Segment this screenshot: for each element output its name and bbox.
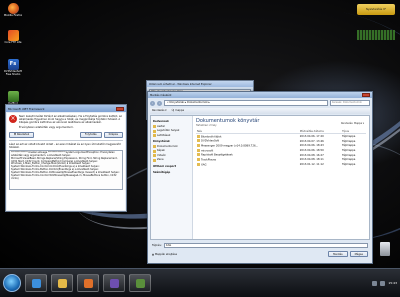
back-icon[interactable]: ‹ [150, 100, 155, 106]
quit-button[interactable]: Kilépés [103, 131, 123, 138]
folder-icon [197, 153, 200, 157]
firefox-icon [7, 3, 19, 14]
file-name: Messenger 2009 magyar (v14.0.8089.726... [201, 144, 259, 148]
folder-icon [153, 145, 156, 149]
ie-icon [31, 279, 41, 288]
folder-icon [197, 162, 200, 166]
ie-title: Oldal nem érhető el - Windows Internet E… [149, 82, 212, 86]
desktop-icon-label: Core FTP Lite [4, 41, 22, 44]
save-button[interactable]: Mentés [328, 251, 348, 257]
meter-widget [357, 30, 395, 40]
taskbar-item-media[interactable] [77, 274, 99, 292]
taskbar-item-explorer[interactable] [51, 274, 73, 292]
organize-button[interactable]: Rendezés ▾ [152, 108, 167, 114]
file-table: Név Módosítás dátuma Típus Bluetooth fáj… [196, 129, 366, 167]
file-name: DVDVideoSoft [201, 139, 220, 143]
taskbar-item-ie[interactable] [25, 274, 47, 292]
folder-icon [153, 134, 156, 138]
close-button[interactable] [116, 106, 124, 111]
ie-titlebar[interactable]: Oldal nem érhető el - Windows Internet E… [147, 81, 253, 87]
folder-icon [197, 134, 200, 138]
file-list-pane: Dokumentumok könyvtár Tartalmaz: 2 hely … [193, 116, 369, 239]
cancel-button[interactable]: Mégse [349, 251, 368, 257]
close-button[interactable] [362, 93, 370, 97]
taskbar-item-app[interactable] [103, 274, 125, 292]
taskbar: 15:43 [0, 268, 400, 297]
folder-icon [153, 129, 156, 133]
desktop-icon-free-studio[interactable]: Fs DVDVideoSoft Free Studio [2, 59, 24, 77]
new-folder-button[interactable]: Új mappa [172, 108, 184, 114]
folder-icon [197, 143, 200, 147]
folder-icon [197, 148, 200, 152]
table-row[interactable]: XAG 2013.01.12. 11:12 Fájlmappa [196, 162, 366, 167]
filename-field[interactable]: XAG [163, 243, 368, 248]
file-date: 2013.01.12. 11:12 [299, 162, 324, 166]
error-dialog-title: Microsoft .NET Framework [8, 106, 45, 111]
volume-icon[interactable] [380, 280, 386, 286]
start-button[interactable] [3, 274, 21, 292]
folder-icon [153, 159, 156, 163]
recycle-bin-icon[interactable] [380, 242, 390, 256]
folder-icon [153, 154, 156, 158]
command-bar: Rendezés ▾ Új mappa [150, 108, 370, 114]
folder-icon [153, 125, 156, 129]
error-dialog-titlebar[interactable]: Microsoft .NET Framework [6, 105, 126, 112]
file-name: TrackPlaces [201, 158, 217, 162]
filename-label: Fájlnév: [152, 244, 162, 247]
file-name: XAG [201, 163, 207, 167]
error-message: Nem kezelt kivétel történt az alkalmazás… [19, 115, 122, 125]
navigation-pane: Kedvencek Asztal Legutóbbi helyek Letölt… [151, 116, 193, 239]
nav-group-computer[interactable]: Számítógép [153, 171, 190, 176]
nav-group-homegroup[interactable]: Otthoni csoport [153, 165, 190, 170]
desktop-icon-firefox[interactable]: Mozilla Firefox [2, 3, 24, 18]
media-player-icon [83, 279, 93, 288]
screen: Mozilla Firefox Core FTP Lite Fs DVDVide… [0, 0, 400, 297]
app-icon [135, 279, 145, 288]
nav-item[interactable]: Zene [153, 158, 190, 163]
save-dialog-title: Mentés másként [150, 93, 172, 97]
app-icon [109, 279, 119, 288]
search-input[interactable]: Keresés: Dokumentumok [330, 100, 370, 106]
file-name: microsoft [201, 149, 214, 153]
folder-icon [57, 279, 67, 288]
file-name: Bluetooth fájlok [201, 135, 222, 139]
network-icon[interactable] [372, 280, 378, 286]
details-toggle-button[interactable]: ▼ Részletek [9, 131, 35, 138]
forward-icon[interactable]: › [157, 100, 162, 106]
details-header: Lásd az ezt az oldalt követő oldalt - az… [9, 142, 121, 149]
continue-button[interactable]: Folytatás [79, 131, 102, 138]
nav-item[interactable]: Letöltések [153, 134, 190, 139]
details-textbox[interactable]: ************** Kivétel szövege *********… [9, 149, 123, 190]
save-dialog: Mentés másként ‹ › « Könyvtárak ▸ Dokume… [147, 91, 373, 264]
error-message-detail: Érvénytelen adatérték vagy argumentum. [19, 125, 74, 129]
file-type: Fájlmappa [342, 162, 356, 166]
hide-folders-button[interactable]: ▲ Mappák elrejtése [152, 253, 177, 256]
folder-icon [197, 158, 200, 162]
desktop: Mozilla Firefox Core FTP Lite Fs DVDVide… [0, 0, 400, 268]
system-tray: 15:43 [372, 280, 397, 286]
clock[interactable]: 15:43 [388, 281, 397, 285]
defend-icon [7, 91, 19, 102]
desktop-icon-ftp[interactable]: Core FTP Lite [2, 30, 24, 45]
folder-icon [153, 149, 156, 153]
divider [9, 139, 123, 141]
desktop-icon-label: DVDVideoSoft Free Studio [3, 70, 23, 76]
arrange-by-dropdown[interactable]: Rendezés: Mappa ▾ [341, 122, 364, 125]
path-breadcrumb[interactable]: « Könyvtárak ▸ Dokumentumok ▸ [164, 100, 328, 106]
file-name: Rapidsoft Beszélgetések [201, 153, 233, 157]
folder-icon [197, 139, 200, 143]
desktop-widget[interactable]: Nyelvtanítás 9* [357, 4, 395, 15]
error-icon: × [9, 115, 17, 123]
ftp-icon [7, 30, 19, 41]
desktop-icon-label: Mozilla Firefox [3, 14, 23, 17]
taskbar-item-app[interactable] [129, 274, 151, 292]
free-studio-icon: Fs [7, 59, 19, 70]
error-dialog: Microsoft .NET Framework × Nem kezelt ki… [5, 104, 127, 212]
